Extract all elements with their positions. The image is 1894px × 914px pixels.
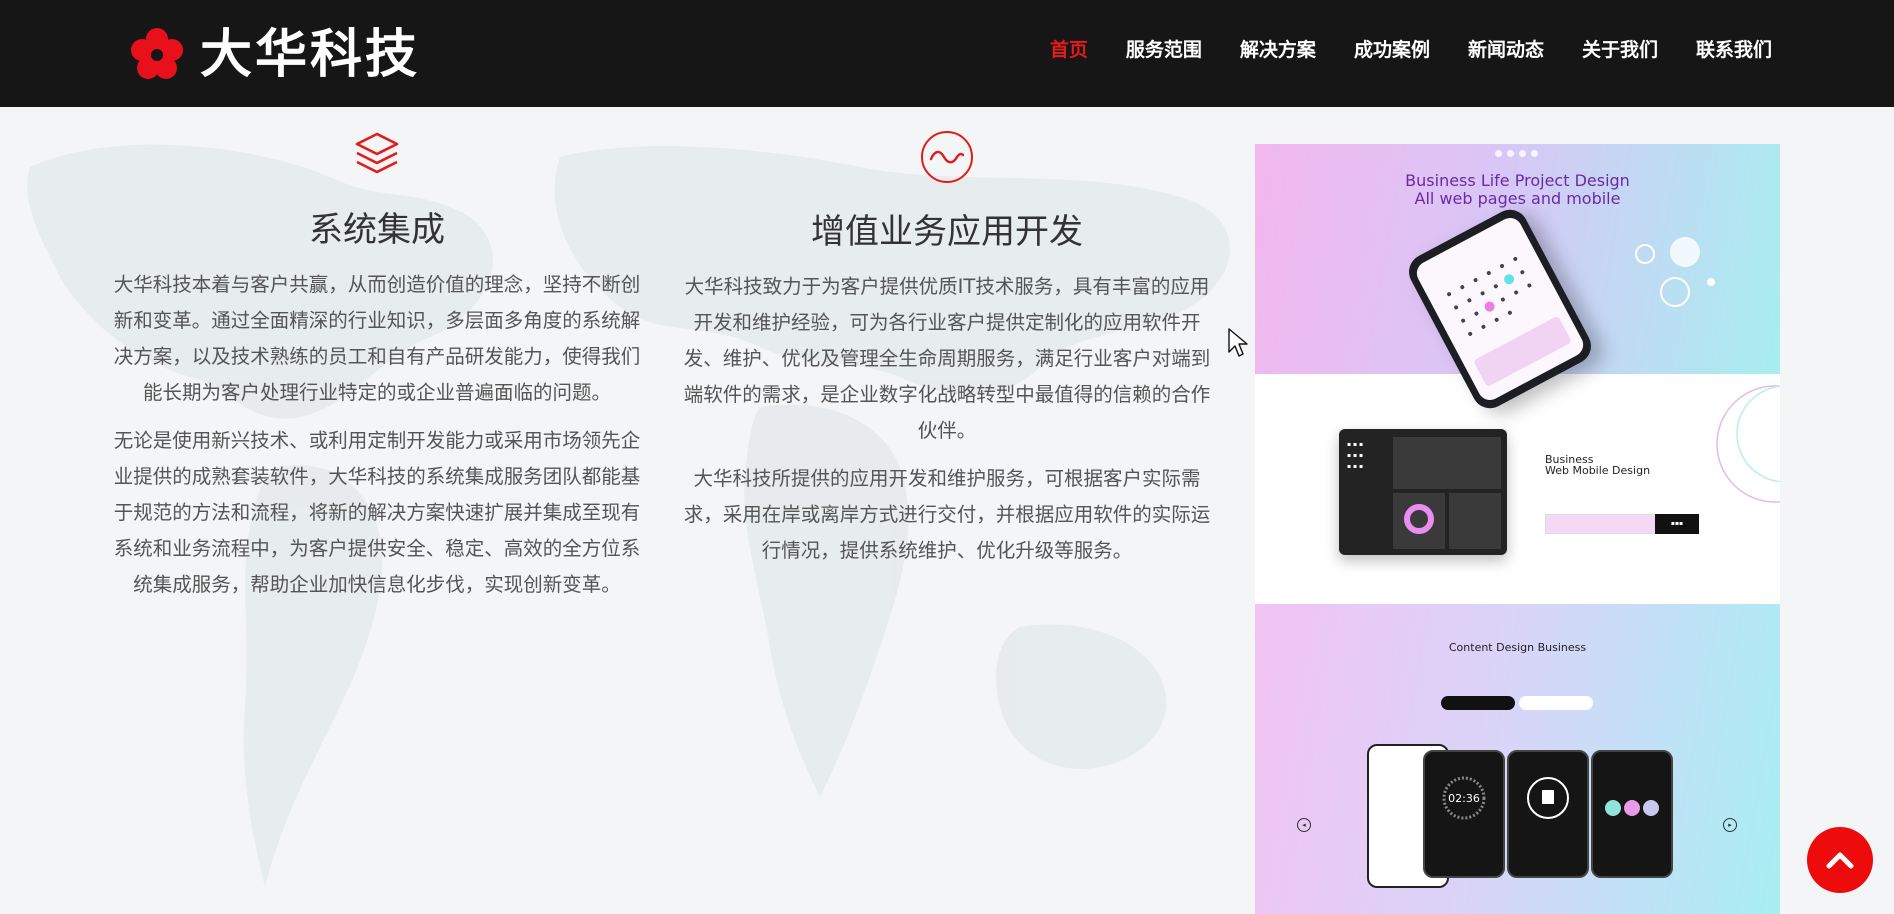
- mockup-headline-line1: Business Life Project Design: [1405, 171, 1630, 190]
- nav-item-services[interactable]: 服务范围: [1126, 36, 1202, 64]
- section-paragraph: 大华科技本着与客户共赢，从而创造价值的理念，坚持不断创新和变革。通过全面精深的行…: [113, 273, 641, 404]
- nav-item-news[interactable]: 新闻动态: [1468, 36, 1544, 64]
- mockup-search-button: ▪▪▪: [1655, 514, 1699, 534]
- mockup-prev-arrow: ◂: [1297, 818, 1311, 832]
- mockup-mini-phone: 02:36: [1423, 750, 1505, 878]
- brand-name: 大华科技: [200, 25, 421, 85]
- mockup-mid-title: Business Web Mobile Design: [1545, 453, 1651, 477]
- nav-item-home[interactable]: 首页: [1050, 36, 1088, 64]
- main-nav: 首页 服务范围 解决方案 成功案例 新闻动态 关于我们 联系我们: [1012, 36, 1772, 64]
- bubble-decoration: [1635, 237, 1715, 307]
- wave-circle-icon: [921, 131, 973, 183]
- ring-decoration: [1716, 385, 1780, 503]
- section-system-integration: 系统集成 大华科技本着与客户共赢，从而创造价值的理念，坚持不断创新和变革。通过全…: [113, 130, 641, 603]
- section-app-development: 增值业务应用开发 大华科技致力于为客户提供优质IT技术服务，具有丰富的应用开发和…: [683, 130, 1211, 569]
- mockup-next-arrow: ▸: [1723, 818, 1737, 832]
- mockup-web-panel: [1255, 374, 1780, 604]
- back-to-top-button[interactable]: [1807, 827, 1873, 893]
- mouse-cursor-icon: [1228, 328, 1248, 357]
- layers-icon: [355, 132, 399, 174]
- mockup-pager-dots: [1495, 150, 1543, 157]
- design-mockup-image: Business Life Project Design All web pag…: [1255, 144, 1780, 914]
- mockup-bottom-title: Content Design Business: [1448, 641, 1587, 654]
- brand-logo[interactable]: 大华科技: [130, 26, 420, 84]
- mockup-headline-line2: All web pages and mobile: [1414, 189, 1621, 208]
- chevron-up-icon: [1826, 852, 1854, 869]
- section-paragraph: 无论是使用新兴技术、或利用定制开发能力或采用市场领先企业提供的成熟套装软件，大华…: [113, 429, 641, 596]
- section-title: 增值业务应用开发: [811, 212, 1083, 252]
- nav-item-contact[interactable]: 联系我们: [1696, 36, 1772, 64]
- mockup-mini-phone: [1507, 750, 1589, 878]
- mockup-pill-light: [1519, 696, 1593, 710]
- section-paragraph: 大华科技致力于为客户提供优质IT技术服务，具有丰富的应用开发和维护经验，可为各行…: [683, 275, 1211, 442]
- section-title: 系统集成: [309, 210, 445, 250]
- top-navbar: 大华科技 首页 服务范围 解决方案 成功案例 新闻动态 关于我们 联系我们: [0, 0, 1894, 107]
- mockup-search-field: [1545, 514, 1657, 534]
- mockup-headline: Business Life Project Design All web pag…: [1255, 172, 1780, 208]
- svg-text:02:36: 02:36: [1448, 792, 1480, 805]
- nav-item-cases[interactable]: 成功案例: [1354, 36, 1430, 64]
- nav-item-about[interactable]: 关于我们: [1582, 36, 1658, 64]
- mockup-mini-phone: [1591, 750, 1673, 878]
- flower-icon: [131, 28, 183, 79]
- mockup-pill-dark: [1441, 696, 1515, 710]
- nav-item-solutions[interactable]: 解决方案: [1240, 36, 1316, 64]
- mockup-dashboard: ▪ ▪ ▪ ▪ ▪ ▪ ▪ ▪ ▪: [1339, 429, 1507, 555]
- section-paragraph: 大华科技所提供的应用开发和维护服务，可根据客户实际需求，采用在岸或离岸方式进行交…: [683, 467, 1211, 562]
